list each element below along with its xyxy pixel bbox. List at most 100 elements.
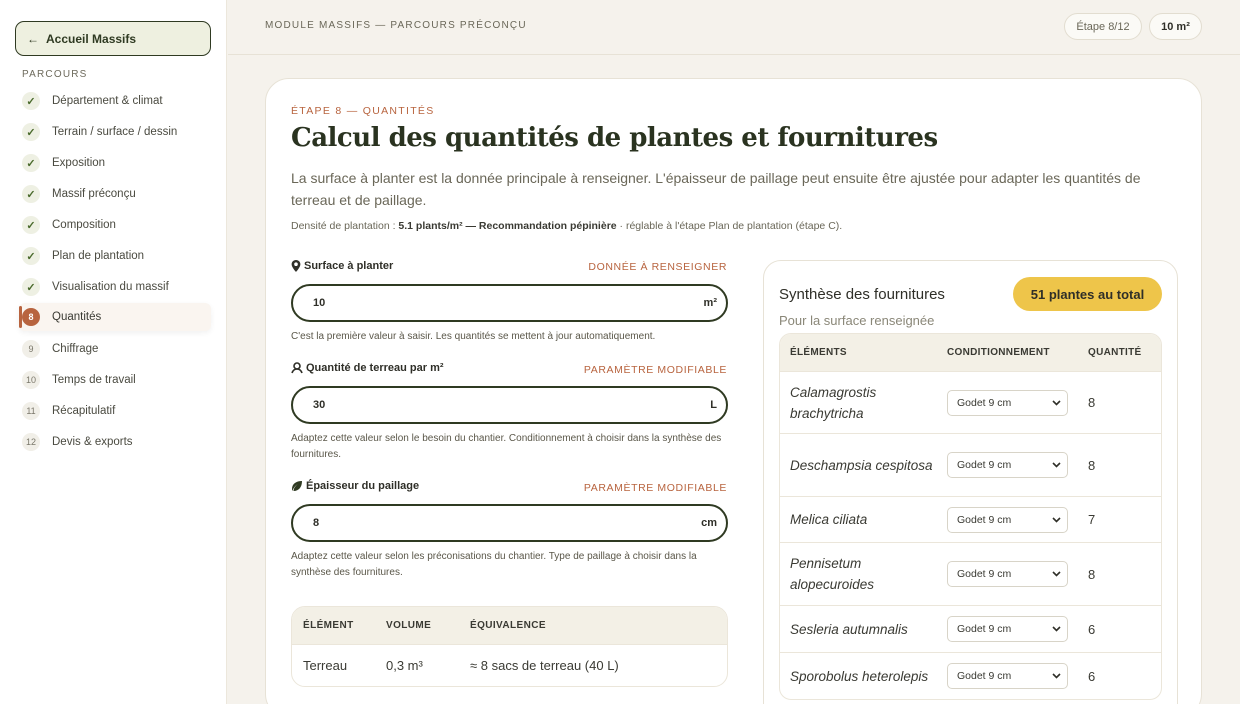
quantity-cell: 8 [1088,566,1096,582]
surface-value: 10 [313,297,326,309]
home-button[interactable]: ← Accueil Massifs [15,21,211,56]
volume-table-header: ÉLÉMENT VOLUME ÉQUIVALENCE [292,607,727,644]
sidebar-item-label: Terrain / surface / dessin [52,126,178,138]
table-row: Sesleria autumnalis Godet 9 cm 6 [780,605,1161,652]
step-number-badge: 12 [22,433,40,451]
paillage-label: Épaisseur du paillage [291,480,419,492]
plant-name: Pennisetum alopecuroides [790,556,875,592]
quantities-card: ÉTAPE 8 — QUANTITÉS Calcul des quantités… [265,78,1202,704]
map-pin-icon [291,260,301,272]
synthesis-panel: Synthèse des fournitures Pour la surface… [763,260,1178,704]
sidebar-item-label: Quantités [52,311,102,323]
page-description: La surface à planter est la donnée princ… [291,170,1141,208]
chevron-down-icon [1052,399,1061,406]
check-icon: ✓ [22,216,40,234]
plant-name: Sesleria autumnalis [790,621,908,637]
supplies-table: ÉLÉMENTS CONDITIONNEMENT QUANTITÉ Calama… [779,333,1162,700]
chevron-down-icon [1052,516,1061,523]
chevron-down-icon [1052,462,1061,468]
table-row: Pennisetum alopecuroides Godet 9 cm 8 [780,542,1161,605]
step-number-badge: 9 [22,340,40,358]
paillage-label-text: Épaisseur du paillage [306,480,420,492]
sidebar-item[interactable]: ✓ Visualisation du massif [19,274,211,300]
paillage-value: 8 [313,517,320,529]
sidebar-item[interactable]: ✓ Massif préconçu [19,181,211,207]
sidebar-item[interactable]: 12 Devis & exports [19,429,211,455]
plant-name: Calamagrostis brachytricha [790,384,877,421]
step-indicator: Étape 8/12 [1064,13,1142,40]
cell-equivalence: ≈ 8 sacs de terreau (40 L) [470,658,619,673]
packaging-cell: Godet 9 cm [947,616,1088,642]
packaging-cell: Godet 9 cm [947,561,1088,587]
sidebar-item[interactable]: 11 Récapitulatif [19,398,211,424]
table-row: Melica ciliata Godet 9 cm 7 [780,496,1161,542]
breadcrumb: MODULE MASSIFS — PARCOURS PRÉCONÇU [265,20,527,31]
sidebar-item[interactable]: ✓ Composition [19,212,211,238]
packaging-cell: Godet 9 cm [947,452,1088,478]
arrow-left-icon: ← [27,31,39,46]
surface-unit: m² [703,297,717,309]
synthesis-title: Synthèse des fournitures [779,286,945,303]
check-icon: ✓ [22,185,40,203]
sidebar-item-label: Récapitulatif [52,405,116,417]
packaging-value: Godet 9 cm [957,459,1012,471]
sidebar-item[interactable]: 8 Quantités [19,303,211,331]
density-note: Densité de plantation : 5.1 plants/m² — … [291,220,842,232]
packaging-value: Godet 9 cm [957,623,1012,635]
table-row: Calamagrostis brachytricha Godet 9 cm 8 [780,371,1161,433]
sidebar-item[interactable]: 10 Temps de travail [19,367,211,393]
quantity-cell: 8 [1088,457,1096,473]
sidebar-item-label: Massif préconçu [52,188,136,200]
sidebar-item-label: Composition [52,219,116,231]
sidebar-item-label: Exposition [52,157,106,169]
surface-input[interactable]: 10 m² [291,284,728,322]
packaging-select[interactable]: Godet 9 cm [947,506,1068,533]
plant-name: Melica ciliata [790,512,868,527]
plant-name: Sporobolus heterolepis [790,668,929,684]
sidebar-item-label: Devis & exports [52,436,133,448]
surface-help: C'est la première valeur à saisir. Les q… [291,331,656,342]
terreau-input[interactable]: 30 L [291,386,728,424]
step-number-badge: 11 [22,402,40,420]
chevron-down-icon [1052,571,1061,577]
packaging-value: Godet 9 cm [957,513,1012,526]
header-elements: ÉLÉMENTS [790,347,847,358]
header-element: ÉLÉMENT [303,620,354,631]
paillage-input[interactable]: 8 cm [291,504,728,542]
packaging-select[interactable]: Godet 9 cm [947,616,1068,642]
sidebar-item[interactable]: ✓ Terrain / surface / dessin [19,119,211,145]
sidebar-item[interactable]: ✓ Plan de plantation [19,243,211,269]
density-suffix: · réglable à l'étape Plan de plantation … [616,220,843,232]
terreau-label-text: Quantité de terreau par m² [306,362,444,374]
sidebar-item[interactable]: ✓ Département & climat [19,88,211,114]
packaging-select[interactable]: Godet 9 cm [947,561,1068,587]
sidebar-item[interactable]: 9 Chiffrage [19,336,211,362]
packaging-value: Godet 9 cm [957,568,1012,580]
check-icon: ✓ [22,278,40,296]
plant-name: Deschampsia cespitosa [790,457,933,473]
check-icon: ✓ [22,123,40,141]
chevron-down-icon [1052,673,1061,679]
sidebar-item-label: Département & climat [52,95,163,107]
header-quantity: QUANTITÉ [1088,347,1142,358]
section-label: PARCOURS [22,69,88,80]
terreau-value: 30 [313,399,326,411]
sidebar-item[interactable]: ✓ Exposition [19,150,211,176]
volume-table: ÉLÉMENT VOLUME ÉQUIVALENCE Terreau 0,3 m… [291,606,728,687]
page-title: Calcul des quantités de plantes et fourn… [291,123,938,153]
packaging-select[interactable]: Godet 9 cm [947,389,1068,416]
packaging-cell: Godet 9 cm [947,389,1088,416]
packaging-value: Godet 9 cm [957,670,1012,682]
check-icon: ✓ [22,154,40,172]
area-indicator: 10 m² [1149,13,1202,40]
active-indicator [19,306,22,328]
synthesis-subtitle: Pour la surface renseignée [779,313,935,328]
packaging-select[interactable]: Godet 9 cm [947,452,1068,478]
table-row: Terreau 0,3 m³ ≈ 8 sacs de terreau (40 L… [292,644,727,686]
packaging-select[interactable]: Godet 9 cm [947,663,1068,689]
table-row: Sporobolus heterolepis Godet 9 cm 6 [780,652,1161,699]
leaf-icon [292,481,302,491]
terreau-unit: L [710,399,717,411]
terreau-label: Quantité de terreau par m² [291,362,444,374]
terreau-tag: PARAMÈTRE MODIFIABLE [583,364,727,376]
